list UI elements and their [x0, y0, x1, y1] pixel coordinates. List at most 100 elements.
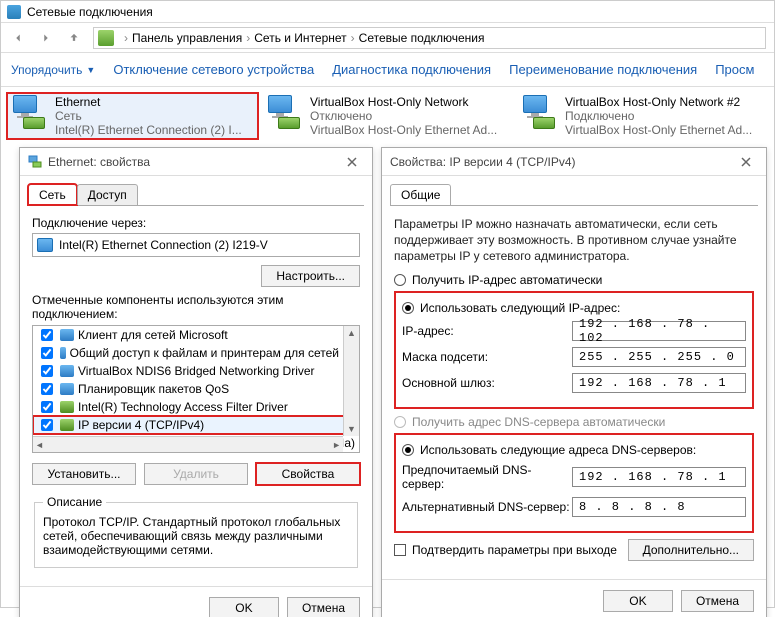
cmd-diagnose[interactable]: Диагностика подключения [332, 62, 491, 77]
tab-access[interactable]: Доступ [77, 184, 138, 205]
checkbox-icon [394, 544, 406, 556]
radio-ip-manual[interactable]: Использовать следующий IP-адрес: [402, 301, 746, 315]
nav-back-button[interactable] [5, 26, 31, 50]
cmd-organize[interactable]: Упорядочить▼ [11, 63, 95, 77]
dns-alternate-label: Альтернативный DNS-сервер: [402, 500, 572, 514]
ip-manual-group: Использовать следующий IP-адрес: IP-адре… [394, 291, 754, 409]
cmd-rename[interactable]: Переименование подключения [509, 62, 697, 77]
components-label: Отмеченные компоненты используются этим … [32, 293, 360, 321]
component-checkbox[interactable] [41, 347, 53, 359]
service-icon [60, 365, 74, 377]
chevron-right-icon: › [246, 31, 250, 45]
component-checkbox[interactable] [41, 383, 53, 395]
network-adapter-icon [28, 155, 42, 169]
adapter-vbox2[interactable]: VirtualBox Host-Only Network #2 Подключе… [517, 93, 768, 139]
dialog-titlebar[interactable]: Ethernet: свойства [20, 148, 372, 176]
description-legend: Описание [43, 495, 106, 509]
list-item[interactable]: VirtualBox NDIS6 Bridged Networking Driv… [33, 362, 359, 380]
radio-dns-auto: Получить адрес DNS-сервера автоматически [394, 415, 754, 429]
cmd-view-truncated[interactable]: Просм [715, 62, 754, 77]
adapter-name: VirtualBox Host-Only Network #2 [565, 95, 752, 109]
crumb-network-internet[interactable]: Сеть и Интернет [254, 31, 346, 45]
crumb-network-connections[interactable]: Сетевые подключения [359, 31, 485, 45]
subnet-mask-label: Маска подсети: [402, 350, 572, 364]
list-item[interactable]: Общий доступ к файлам и принтерам для се… [33, 344, 359, 362]
ip-address-input[interactable]: 192 . 168 . 78 . 102 [572, 321, 746, 341]
validate-on-exit-checkbox[interactable]: Подтвердить параметры при выходе [394, 543, 617, 557]
component-checkbox[interactable] [41, 365, 53, 377]
scroll-right-icon[interactable]: ► [330, 438, 343, 452]
adapter-status: Отключено [310, 109, 497, 123]
component-checkbox[interactable] [41, 419, 53, 431]
gateway-input[interactable]: 192 . 168 . 78 . 1 [572, 373, 746, 393]
component-checkbox[interactable] [41, 401, 53, 413]
ok-button[interactable]: OK [603, 590, 673, 612]
dialog-titlebar[interactable]: Свойства: IP версии 4 (TCP/IPv4) [382, 148, 766, 176]
address-bar[interactable]: › Панель управления › Сеть и Интернет › … [93, 27, 766, 49]
nav-up-button[interactable] [61, 26, 87, 50]
close-button[interactable] [734, 152, 758, 172]
cancel-button[interactable]: Отмена [287, 597, 360, 617]
scroll-left-icon[interactable]: ◄ [33, 438, 46, 452]
uninstall-button: Удалить [144, 463, 248, 485]
nav-forward-button[interactable] [33, 26, 59, 50]
app-icon [7, 5, 21, 19]
client-icon [60, 329, 74, 341]
radio-icon [394, 416, 406, 428]
adapter-device: VirtualBox Host-Only Ethernet Ad... [565, 123, 752, 137]
dialog-title: Ethernet: свойства [48, 155, 340, 169]
ok-button[interactable]: OK [209, 597, 279, 617]
adapter-ethernet[interactable]: Ethernet Сеть Intel(R) Ethernet Connecti… [7, 93, 258, 139]
tab-network[interactable]: Сеть [28, 184, 77, 205]
subnet-mask-input[interactable]: 255 . 255 . 255 . 0 [572, 347, 746, 367]
chevron-right-icon: › [124, 31, 128, 45]
component-checkbox[interactable] [41, 329, 53, 341]
dns-preferred-input[interactable]: 192 . 168 . 78 . 1 [572, 467, 746, 487]
dns-manual-group: Использовать следующие адреса DNS-сервер… [394, 433, 754, 533]
list-item[interactable]: Планировщик пакетов QoS [33, 380, 359, 398]
chevron-right-icon: › [351, 31, 355, 45]
scrollbar-horizontal[interactable]: ◄► [33, 436, 343, 452]
scroll-up-icon[interactable]: ▲ [345, 326, 358, 340]
ipv4-properties-dialog: Свойства: IP версии 4 (TCP/IPv4) Общие П… [381, 147, 767, 617]
scroll-down-icon[interactable]: ▼ [345, 422, 358, 436]
components-listbox[interactable]: Клиент для сетей Microsoft Общий доступ … [32, 325, 360, 453]
list-item[interactable]: Intel(R) Technology Access Filter Driver [33, 398, 359, 416]
radio-ip-auto[interactable]: Получить IP-адрес автоматически [394, 273, 754, 287]
location-icon [98, 30, 114, 46]
configure-button[interactable]: Настроить... [261, 265, 360, 287]
description-text: Протокол TCP/IP. Стандартный протокол гл… [43, 515, 349, 557]
adapter-name-text: Intel(R) Ethernet Connection (2) I219-V [59, 238, 268, 252]
connect-via-label: Подключение через: [32, 216, 360, 230]
ethernet-properties-dialog: Ethernet: свойства Сеть Доступ Подключен… [19, 147, 373, 617]
cancel-button[interactable]: Отмена [681, 590, 754, 612]
network-adapter-icon [11, 95, 47, 131]
crumb-control-panel[interactable]: Панель управления [132, 31, 242, 45]
chevron-down-icon: ▼ [86, 65, 95, 75]
dns-preferred-label: Предпочитаемый DNS-сервер: [402, 463, 572, 491]
install-button[interactable]: Установить... [32, 463, 136, 485]
window-titlebar[interactable]: Сетевые подключения [1, 1, 774, 23]
radio-icon [394, 274, 406, 286]
properties-button[interactable]: Свойства [256, 463, 360, 485]
explorer-window: Сетевые подключения › Панель управления … [0, 0, 775, 608]
window-title: Сетевые подключения [27, 5, 153, 19]
command-bar: Упорядочить▼ Отключение сетевого устройс… [1, 53, 774, 87]
list-item-ipv4[interactable]: IP версии 4 (TCP/IPv4) [33, 416, 359, 434]
network-adapter-icon [266, 95, 302, 131]
radio-icon [402, 302, 414, 314]
adapter-device: VirtualBox Host-Only Ethernet Ad... [310, 123, 497, 137]
adapter-vbox1[interactable]: VirtualBox Host-Only Network Отключено V… [262, 93, 513, 139]
service-icon [60, 347, 66, 359]
close-button[interactable] [340, 152, 364, 172]
cmd-disable-device[interactable]: Отключение сетевого устройства [113, 62, 314, 77]
protocol-icon [60, 419, 74, 431]
scrollbar-vertical[interactable]: ▲▼ [343, 326, 359, 436]
tab-general[interactable]: Общие [390, 184, 451, 205]
dns-alternate-input[interactable]: 8 . 8 . 8 . 8 [572, 497, 746, 517]
advanced-button[interactable]: Дополнительно... [628, 539, 754, 561]
radio-icon [402, 444, 414, 456]
radio-dns-manual[interactable]: Использовать следующие адреса DNS-сервер… [402, 443, 746, 457]
list-item[interactable]: Клиент для сетей Microsoft [33, 326, 359, 344]
network-adapter-icon [37, 238, 53, 252]
